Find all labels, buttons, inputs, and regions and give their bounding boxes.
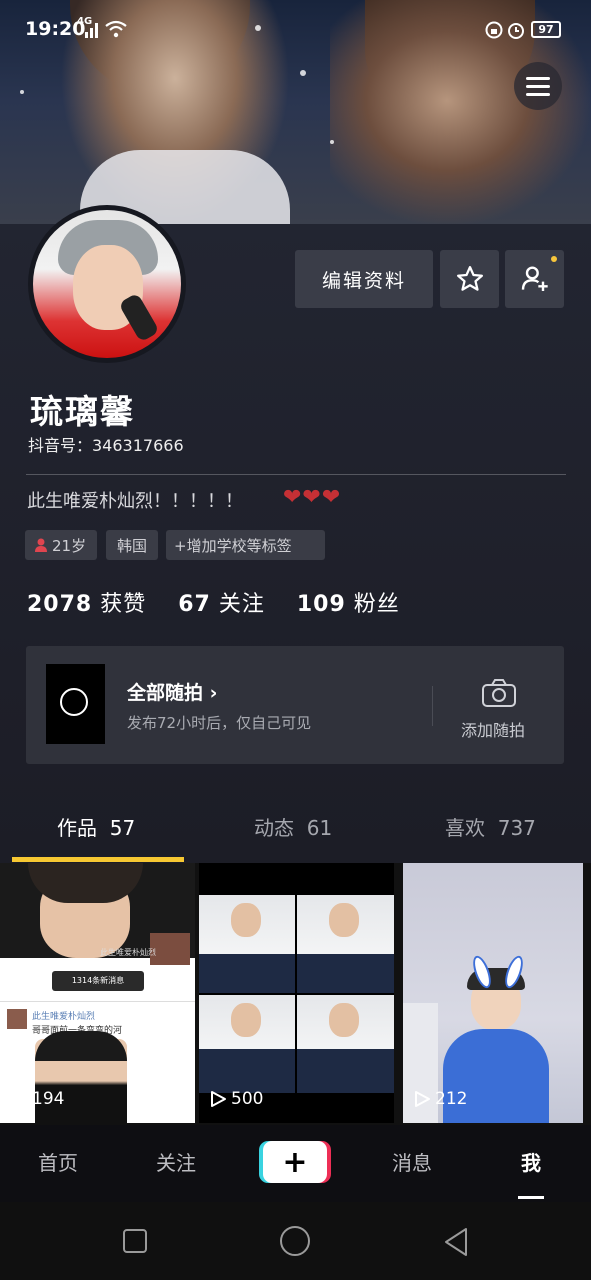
play-count: 194 [10, 1089, 64, 1109]
add-user-icon [521, 266, 548, 291]
video-caption-top: 此生唯爱朴灿烈 [100, 948, 156, 957]
video-caption-chip: 1314条新消息 [52, 971, 144, 991]
add-school-tag[interactable]: +增加学校等标签 [166, 530, 325, 560]
moments-separator [432, 686, 433, 726]
avatar[interactable] [33, 210, 181, 358]
active-tab-indicator [12, 857, 184, 862]
followers-stat[interactable]: 109 粉丝 [297, 592, 400, 617]
location-tag: 韩国 [106, 530, 158, 560]
age-tag: 21岁 [25, 530, 97, 560]
camera-icon[interactable] [481, 678, 517, 708]
lock-rotation-icon [485, 21, 503, 39]
add-moment-label[interactable]: 添加随拍 [461, 717, 525, 741]
video-caption-user: 此生唯爱朴灿烈 [32, 1012, 96, 1022]
video-thumbnail[interactable]: 500 [199, 863, 394, 1123]
nav-home[interactable]: 首页 [38, 1147, 78, 1176]
notification-dot [551, 256, 557, 262]
edit-profile-button[interactable]: 编辑资料 [295, 250, 433, 308]
moments-subtitle: 发布72小时后，仅自己可见 [127, 714, 312, 732]
star-icon [456, 266, 483, 291]
wifi-icon [105, 20, 127, 38]
play-icon [12, 1091, 27, 1107]
video-thumbnail[interactable]: 212 [403, 863, 583, 1123]
bio-hearts: ❤❤❤ [283, 485, 342, 510]
nav-following[interactable]: 关注 [156, 1147, 196, 1176]
following-stat[interactable]: 67 关注 [178, 592, 265, 617]
bottom-nav: 首页 关注 + 消息 我 [0, 1125, 591, 1202]
moments-title[interactable]: 全部随拍 › [127, 678, 217, 705]
gender-female-icon [35, 538, 47, 552]
play-count: 212 [413, 1089, 467, 1109]
video-grid: 此生唯爱朴灿烈 1314条新消息 此生唯爱朴灿烈 哥哥面前一条弯弯的河 194 … [0, 863, 591, 1125]
system-nav-bar [0, 1202, 591, 1280]
moments-thumbnail [46, 664, 105, 744]
battery-icon: 97 [531, 21, 561, 38]
likes-stat[interactable]: 2078 获赞 [27, 592, 146, 617]
video-thumbnail[interactable]: 此生唯爱朴灿烈 1314条新消息 此生唯爱朴灿烈 哥哥面前一条弯弯的河 194 [0, 863, 195, 1123]
tab-activity[interactable]: 动态 61 [254, 812, 332, 841]
moments-card[interactable]: 全部随拍 › 发布72小时后，仅自己可见 添加随拍 [26, 646, 564, 764]
home-icon[interactable] [279, 1225, 311, 1257]
alarm-icon [508, 23, 524, 39]
nav-me[interactable]: 我 [521, 1147, 541, 1176]
play-count: 500 [209, 1089, 263, 1109]
signal-bars-icon [85, 23, 98, 38]
recent-apps-icon[interactable] [122, 1228, 148, 1254]
profile-name: 琉璃馨 [30, 392, 135, 431]
divider [26, 474, 566, 475]
nav-active-indicator [518, 1196, 544, 1199]
play-icon [415, 1091, 430, 1107]
age-tag-label: 21岁 [52, 536, 87, 555]
create-button[interactable]: + [263, 1141, 327, 1183]
profile-stats: 2078 获赞 67 关注 109 粉丝 [27, 586, 400, 618]
tab-likes[interactable]: 喜欢 737 [445, 812, 536, 841]
play-icon [211, 1091, 226, 1107]
douyin-id[interactable]: 抖音号：346317666 [28, 432, 184, 456]
menu-button[interactable] [514, 62, 562, 110]
nav-messages[interactable]: 消息 [392, 1147, 432, 1176]
favorites-button[interactable] [440, 250, 499, 308]
profile-bio: 此生唯爱朴灿烈！！！！！ [27, 491, 243, 512]
status-bar: 19:20 4G 97 [0, 0, 591, 60]
tab-works[interactable]: 作品 57 [57, 812, 135, 841]
back-icon[interactable] [442, 1227, 470, 1257]
